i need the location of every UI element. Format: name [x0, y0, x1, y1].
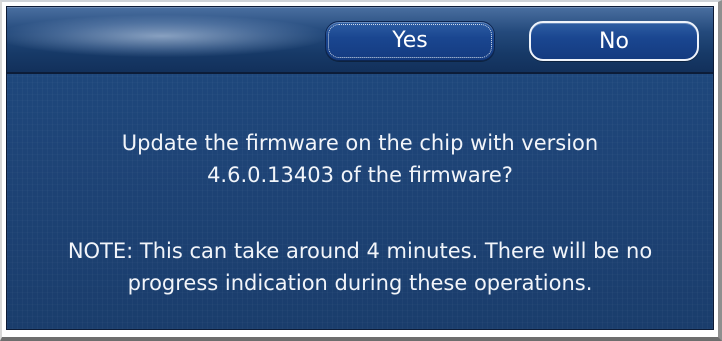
yes-button-label: Yes	[392, 28, 428, 53]
question-line-2: 4.6.0.13403 of the firmware?	[207, 163, 513, 187]
no-button-label: No	[599, 29, 629, 54]
note-line-2: progress indication during these operati…	[127, 271, 593, 295]
note-line-1: NOTE: This can take around 4 minutes. Th…	[67, 239, 653, 263]
firmware-update-dialog: Yes No Update the firmware on the chip w…	[6, 6, 714, 330]
dialog-message-area: Update the firmware on the chip with ver…	[7, 74, 713, 329]
no-button[interactable]: No	[529, 21, 699, 61]
question-line-1: Update the firmware on the chip with ver…	[121, 131, 599, 155]
dialog-window-frame: Yes No Update the firmware on the chip w…	[0, 0, 722, 341]
yes-button[interactable]: Yes	[325, 21, 495, 61]
dialog-button-bar: Yes No	[7, 7, 713, 74]
